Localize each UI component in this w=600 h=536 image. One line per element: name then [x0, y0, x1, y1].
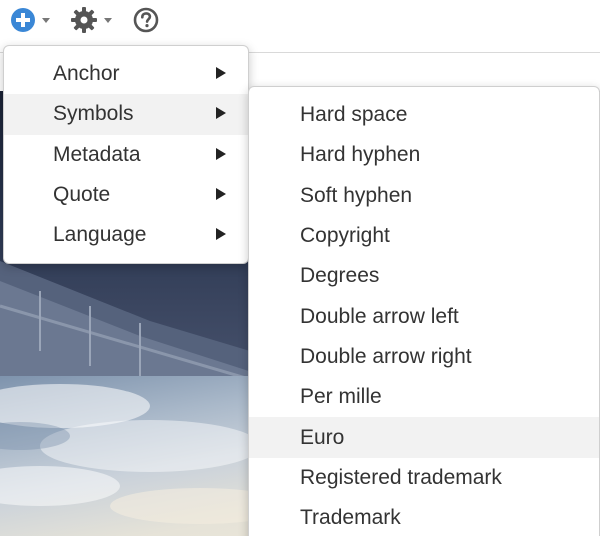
- submenu-item-label: Soft hyphen: [300, 183, 413, 207]
- submenu-item-euro[interactable]: Euro: [249, 417, 599, 458]
- plus-circle-icon: [11, 8, 35, 32]
- submenu-item-label: Trademark: [300, 506, 401, 530]
- menu-item-language[interactable]: Language: [4, 215, 248, 255]
- editor-page: Anchor Symbols Metadata Quote Language H…: [0, 0, 600, 536]
- insert-menu-button[interactable]: [10, 6, 54, 34]
- submenu-item-per-mille[interactable]: Per mille: [249, 377, 599, 417]
- submenu-item-double-arrow-left[interactable]: Double arrow left: [249, 296, 599, 336]
- submenu-item-registered-trademark[interactable]: Registered trademark: [249, 458, 599, 498]
- submenu-item-label: Euro: [300, 425, 345, 449]
- menu-item-label: Language: [53, 223, 147, 247]
- menu-item-label: Metadata: [53, 142, 141, 166]
- submenu-item-label: Per mille: [300, 385, 382, 409]
- symbols-submenu: Hard space Hard hyphen Soft hyphen Copyr…: [248, 86, 600, 536]
- submenu-item-label: Copyright: [300, 224, 390, 248]
- menu-item-label: Quote: [53, 183, 111, 207]
- submenu-item-hard-space[interactable]: Hard space: [249, 95, 599, 135]
- submenu-item-double-arrow-right[interactable]: Double arrow right: [249, 337, 599, 377]
- submenu-arrow-icon: [216, 228, 226, 241]
- menu-item-quote[interactable]: Quote: [4, 175, 248, 215]
- submenu-item-label: Double arrow right: [300, 344, 472, 368]
- submenu-item-label: Hard space: [300, 103, 408, 127]
- submenu-item-label: Double arrow left: [300, 304, 459, 328]
- menu-item-anchor[interactable]: Anchor: [4, 54, 248, 94]
- gear-icon: [71, 7, 97, 33]
- menu-item-metadata[interactable]: Metadata: [4, 135, 248, 175]
- submenu-item-trademark[interactable]: Trademark: [249, 498, 599, 536]
- submenu-item-hard-hyphen[interactable]: Hard hyphen: [249, 135, 599, 175]
- submenu-arrow-icon: [216, 67, 226, 80]
- submenu-item-degrees[interactable]: Degrees: [249, 256, 599, 296]
- menu-item-symbols[interactable]: Symbols: [4, 94, 248, 135]
- settings-menu-button[interactable]: [70, 6, 116, 34]
- submenu-item-copyright[interactable]: Copyright: [249, 216, 599, 256]
- question-circle-icon: [133, 7, 159, 33]
- submenu-arrow-icon: [216, 188, 226, 201]
- submenu-item-label: Registered trademark: [300, 465, 502, 489]
- insert-menu: Anchor Symbols Metadata Quote Language: [3, 45, 249, 264]
- submenu-arrow-icon: [216, 107, 226, 120]
- submenu-item-label: Degrees: [300, 264, 380, 288]
- submenu-item-soft-hyphen[interactable]: Soft hyphen: [249, 176, 599, 216]
- help-button[interactable]: [133, 6, 163, 34]
- chevron-down-icon: [42, 17, 50, 23]
- menu-item-label: Symbols: [53, 102, 134, 126]
- submenu-arrow-icon: [216, 147, 226, 160]
- menu-item-label: Anchor: [53, 62, 120, 86]
- chevron-down-icon: [104, 17, 112, 23]
- submenu-item-label: Hard hyphen: [300, 143, 421, 167]
